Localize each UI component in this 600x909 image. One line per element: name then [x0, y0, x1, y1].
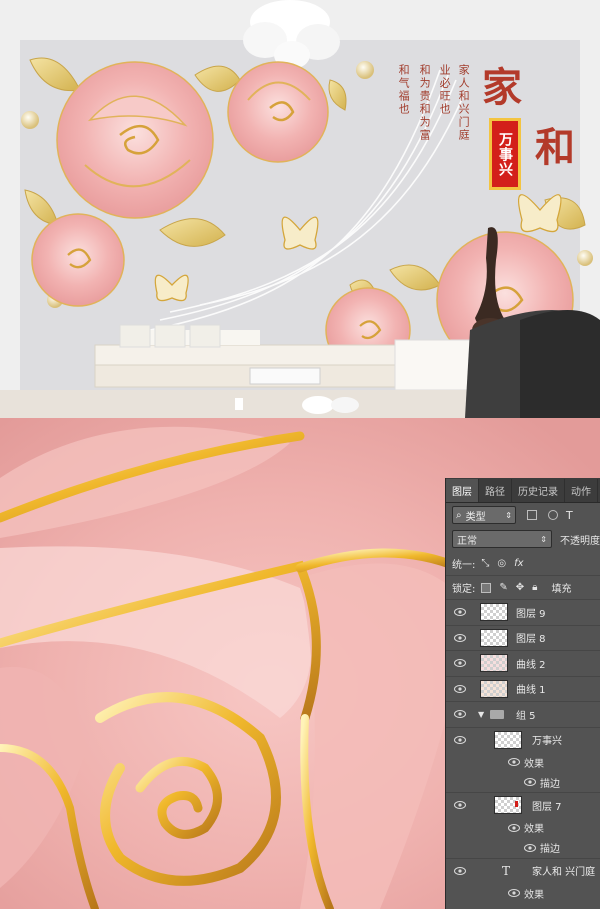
layer-thumbnail	[480, 679, 508, 698]
rose-large-top-left	[56, 61, 214, 219]
tab-paths[interactable]: 路径	[479, 479, 512, 502]
layer-row[interactable]: 图层 9	[446, 599, 600, 625]
eye-icon[interactable]	[454, 659, 466, 668]
poem-line-3: 和为贵和为富	[418, 64, 432, 142]
panel-tabs: 图层 路径 历史记录 动作 通	[446, 478, 600, 503]
eye-icon[interactable]	[454, 866, 466, 875]
title-char-jia: 家	[482, 64, 522, 111]
filter-adjustment-icon[interactable]	[548, 510, 558, 520]
layer-name: 图层 7	[532, 801, 562, 813]
eye-icon[interactable]	[454, 684, 466, 693]
layers-panel[interactable]: 图层 路径 历史记录 动作 通 ⌕ 类型 ⇕ T 正常 ⇕ 不透明度 统一: ⤡…	[446, 478, 600, 909]
eye-icon[interactable]	[508, 823, 520, 832]
title-char-he: 和	[535, 124, 575, 171]
tab-layers[interactable]: 图层	[446, 479, 479, 502]
filter-row: ⌕ 类型 ⇕ T	[446, 503, 600, 527]
eye-icon[interactable]	[454, 710, 466, 719]
unify-row: 统一: ⤡ ◎ fx	[446, 551, 600, 575]
unify-visibility-icon[interactable]: ◎	[497, 558, 506, 569]
lock-transparent-icon[interactable]	[481, 582, 492, 593]
lock-label: 锁定:	[452, 584, 476, 595]
effects-label: 效果	[524, 824, 544, 835]
layer-name: 万事兴	[532, 736, 562, 748]
eye-icon[interactable]	[454, 735, 466, 744]
rose-top-middle	[227, 61, 329, 163]
poem-line-4: 和气福也	[397, 64, 411, 116]
blend-mode-select[interactable]: 正常 ⇕	[452, 530, 552, 548]
effects-label: 效果	[524, 758, 544, 770]
layer-thumbnail	[480, 603, 508, 622]
expand-arrow-icon[interactable]: ▼	[478, 710, 484, 719]
armchair	[465, 310, 600, 418]
unify-style-icon[interactable]: fx	[514, 558, 523, 569]
eye-icon[interactable]	[508, 889, 520, 897]
layer-name: 家人和 兴门庭	[532, 867, 596, 879]
eye-icon[interactable]	[524, 843, 536, 852]
effects-row[interactable]: 效果	[446, 752, 600, 772]
layer-name: 曲线 2	[516, 659, 546, 671]
effects-row[interactable]: 效果	[446, 818, 600, 838]
eye-icon[interactable]	[524, 778, 536, 786]
layer-row[interactable]: 图层 7	[446, 792, 600, 818]
effect-stroke-label: 描边	[540, 906, 560, 909]
effect-row[interactable]: 描边	[446, 838, 600, 858]
text-layer-row[interactable]: T 家人和 兴门庭	[446, 857, 600, 884]
layer-name: 图层 9	[516, 608, 546, 620]
layer-row[interactable]: 万事兴	[446, 726, 600, 753]
opacity-label: 不透明度	[560, 535, 600, 547]
eye-icon[interactable]	[454, 801, 466, 810]
eye-icon[interactable]	[508, 758, 520, 766]
fill-label: 填充	[551, 584, 572, 595]
seal-stamp: 万事兴	[489, 118, 521, 190]
effects-row[interactable]: 效果	[446, 883, 600, 903]
effect-stroke-label: 描边	[540, 778, 560, 790]
folder-icon	[490, 709, 504, 719]
layer-name: 图层 8	[516, 634, 546, 646]
lock-position-icon[interactable]: ✥	[516, 582, 524, 593]
layer-filter-select[interactable]: ⌕ 类型 ⇕	[452, 506, 516, 524]
lock-image-icon[interactable]: ✎	[499, 582, 507, 593]
tab-history[interactable]: 历史记录	[512, 479, 565, 502]
text-layer-icon: T	[502, 863, 511, 878]
effect-stroke-label: 描边	[540, 844, 560, 855]
rose-left-small	[31, 213, 125, 307]
layer-thumbnail	[480, 654, 508, 673]
layer-row[interactable]: 曲线 1	[446, 675, 600, 702]
filter-label: 类型	[465, 511, 486, 523]
blend-row: 正常 ⇕ 不透明度	[446, 527, 600, 551]
updown-icon: ⇕	[505, 510, 512, 520]
lock-all-icon[interactable]: 🔒︎	[532, 582, 537, 593]
layer-thumbnail	[494, 730, 522, 749]
tab-actions[interactable]: 动作	[565, 479, 598, 502]
group-name: 组 5	[516, 710, 536, 722]
effect-row[interactable]: 描边	[446, 903, 600, 909]
layer-thumbnail	[480, 628, 508, 647]
filter-text-icon[interactable]: T	[566, 509, 573, 522]
layer-row[interactable]: 曲线 2	[446, 650, 600, 676]
updown-icon: ⇕	[540, 534, 547, 544]
layer-name: 曲线 1	[516, 685, 546, 697]
eye-icon[interactable]	[454, 633, 466, 642]
wallpaper-mockup: 家人和兴门庭 业必旺也 和为贵和为富 和气福也 家 和 万事兴	[0, 0, 600, 418]
layer-row[interactable]: 图层 8	[446, 624, 600, 651]
group-row[interactable]: ▼ 组 5	[446, 701, 600, 727]
poem-line-1: 家人和兴门庭	[457, 64, 471, 142]
eye-icon[interactable]	[454, 608, 466, 617]
seal-text: 万事兴	[497, 131, 513, 177]
unify-label: 统一:	[452, 559, 476, 571]
filter-pixel-icon[interactable]	[527, 510, 537, 520]
blend-mode-value: 正常	[457, 535, 477, 547]
unify-position-icon[interactable]: ⤡	[481, 558, 489, 569]
layer-thumbnail	[494, 796, 522, 815]
search-icon: ⌕	[456, 509, 462, 521]
effect-row[interactable]: 描边	[446, 772, 600, 792]
effects-label: 效果	[524, 889, 544, 901]
poem-line-2: 业必旺也	[438, 64, 452, 116]
lock-row: 锁定: ✎ ✥ 🔒︎ 填充	[446, 575, 600, 599]
